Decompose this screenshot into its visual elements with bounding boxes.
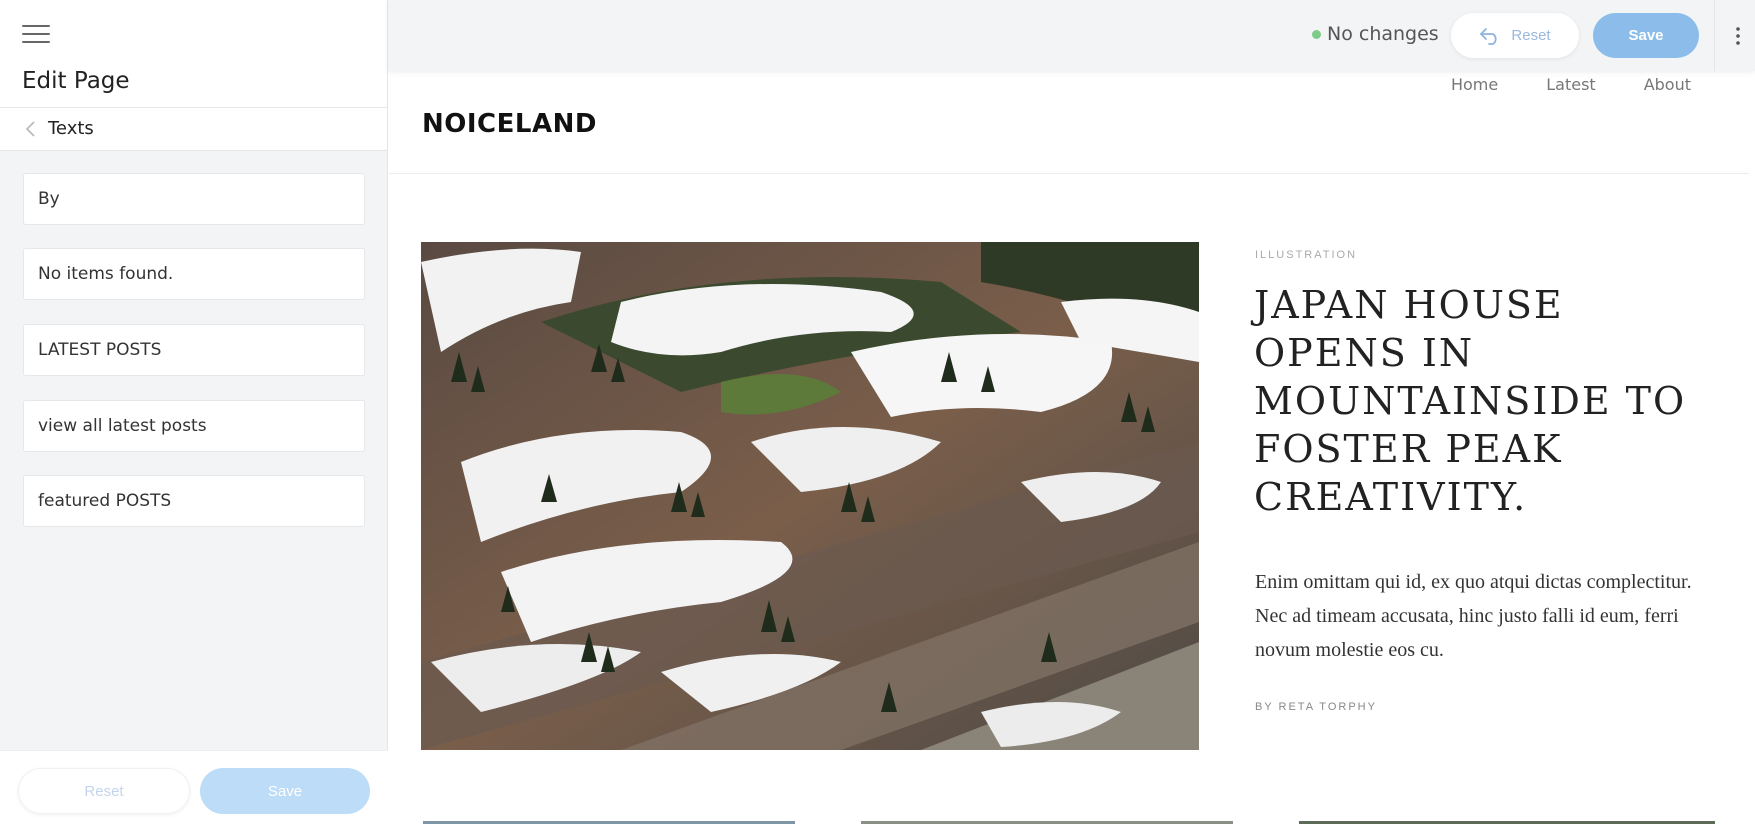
post-excerpt: Enim omittam qui id, ex quo atqui dictas…: [1255, 571, 1692, 661]
sidebar-reset-button[interactable]: Reset: [18, 768, 190, 814]
sidebar-save-button[interactable]: Save: [200, 768, 370, 814]
sidebar-footer: Reset Save: [0, 750, 388, 824]
chevron-left-icon: [25, 121, 35, 137]
toolbar-reset-label: Reset: [1511, 27, 1551, 44]
toolbar-reset-button[interactable]: Reset: [1451, 13, 1579, 58]
status-text: No changes: [1327, 23, 1439, 45]
sidebar-title: Edit Page: [22, 68, 130, 94]
sidebar-header: Edit Page: [0, 0, 387, 108]
save-status: No changes: [1312, 23, 1439, 45]
text-field-view-all[interactable]: view all latest posts: [23, 400, 365, 452]
post-headline[interactable]: JAPAN HOUSE OPENS IN MOUNTAINSIDE TO FOS…: [1254, 281, 1714, 521]
nav-link-about[interactable]: About: [1644, 75, 1691, 94]
toolbar-save-button[interactable]: Save: [1593, 13, 1699, 58]
site-logo[interactable]: NOICELAND: [422, 109, 597, 139]
site-nav: Home Latest About: [1403, 75, 1691, 94]
text-field-featured-posts[interactable]: featured POSTS: [23, 475, 365, 527]
post-category[interactable]: ILLUSTRATION: [1255, 249, 1357, 261]
editor-toolbar: No changes Reset Save: [388, 0, 1755, 71]
status-dot-icon: [1312, 29, 1321, 39]
text-field-by[interactable]: By: [23, 173, 365, 225]
breadcrumb-back[interactable]: Texts: [0, 108, 387, 151]
breadcrumb-label: Texts: [48, 118, 94, 139]
menu-icon[interactable]: [22, 25, 50, 45]
featured-post-image[interactable]: [421, 242, 1199, 750]
nav-link-home[interactable]: Home: [1451, 75, 1498, 94]
editor-sidebar: Edit Page Texts By No items found. LATES…: [0, 0, 388, 824]
header-divider: [389, 173, 1749, 174]
text-field-no-items[interactable]: No items found.: [23, 248, 365, 300]
text-field-latest-posts[interactable]: LATEST POSTS: [23, 324, 365, 376]
more-vertical-icon[interactable]: [1726, 24, 1750, 48]
page-preview: Home Latest About NOICELAND ILLUSTRATION…: [389, 71, 1755, 824]
undo-icon: [1480, 27, 1497, 45]
post-byline: BY RETA TORPHY: [1255, 701, 1377, 713]
toolbar-divider: [1714, 0, 1715, 71]
nav-link-latest[interactable]: Latest: [1546, 75, 1595, 94]
